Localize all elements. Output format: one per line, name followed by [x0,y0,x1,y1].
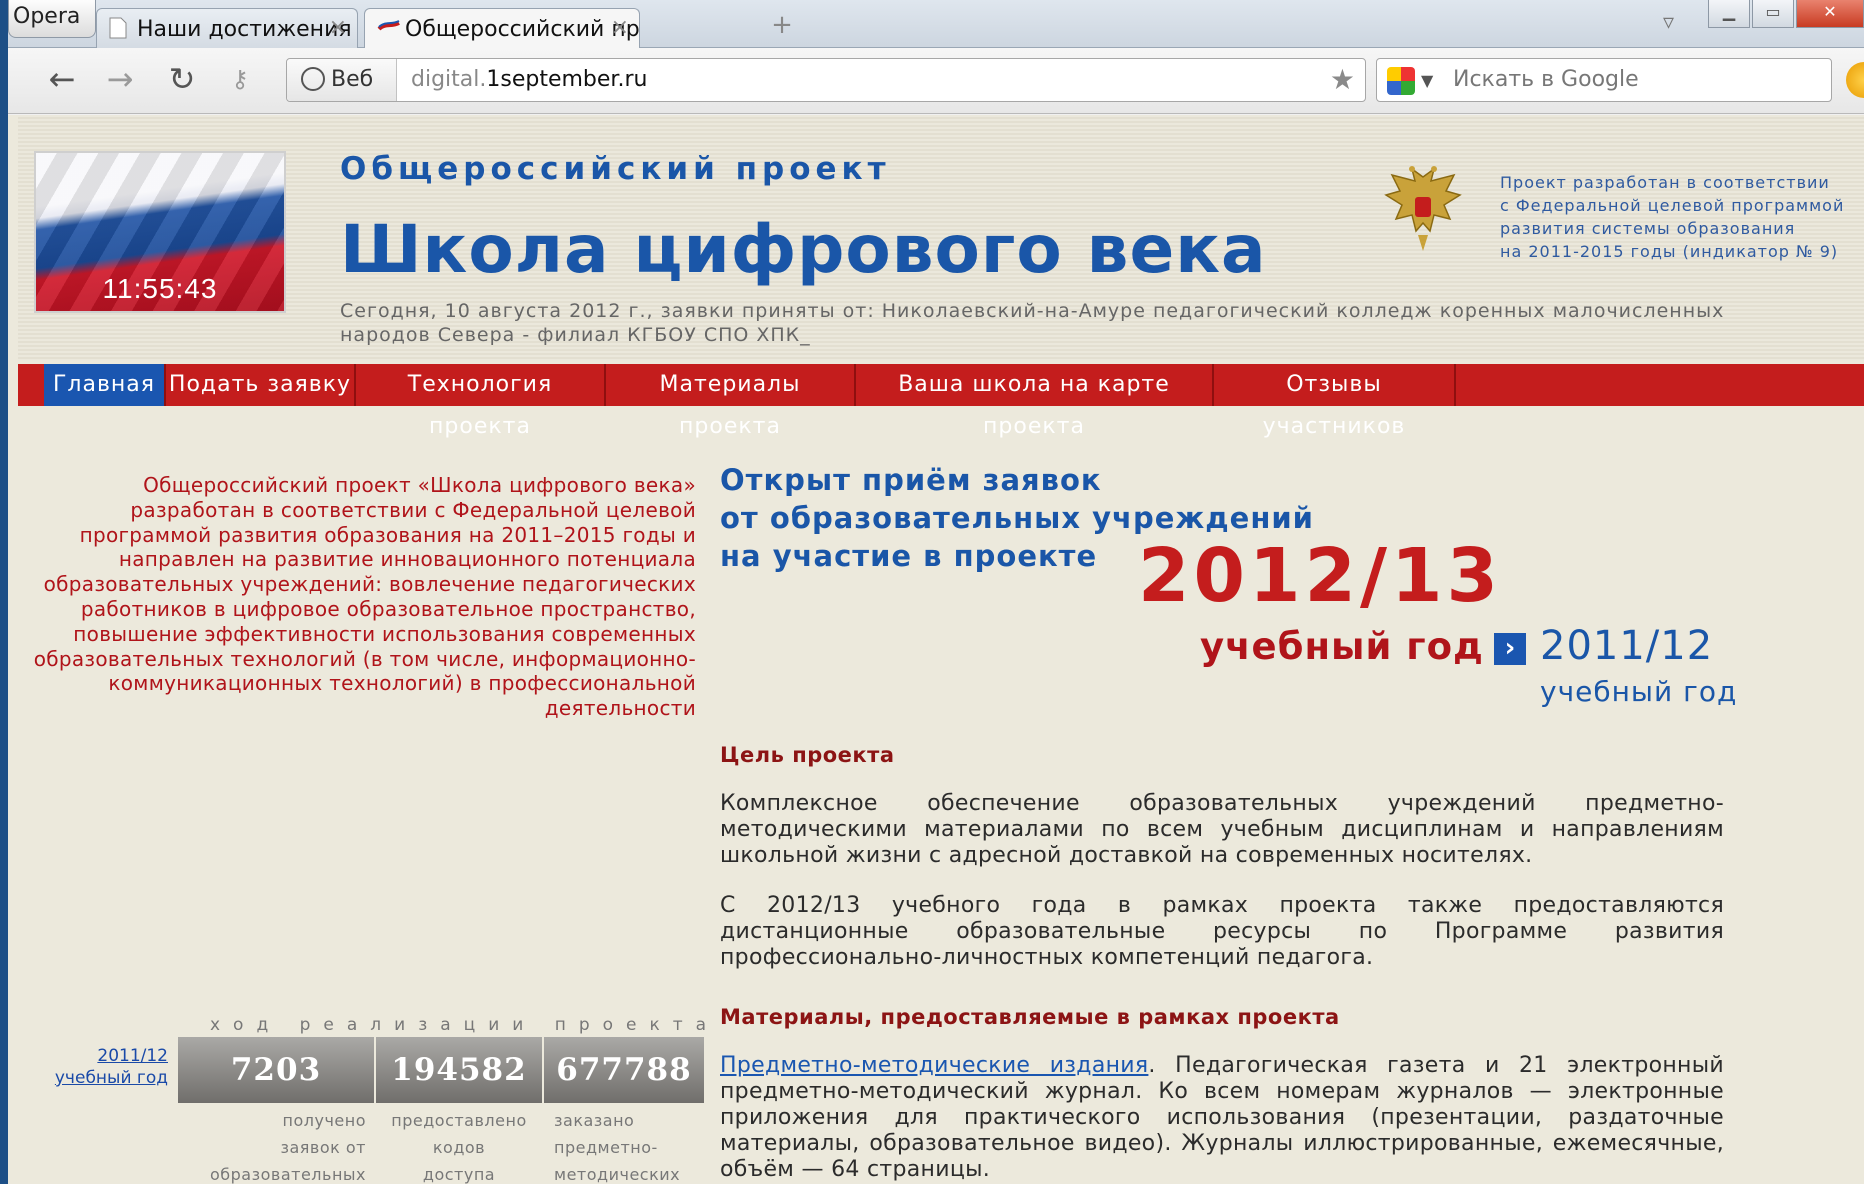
back-icon[interactable]: ← [42,60,82,100]
minimize-button[interactable]: ▁ [1708,0,1750,28]
today-status: Сегодня, 10 августа 2012 г., заявки прин… [340,300,1725,346]
nav-reviews[interactable]: Отзывы участников [1214,364,1456,439]
prev-year-link[interactable]: 2011/12 [1540,623,1713,669]
chevron-down-icon[interactable]: ▼ [1421,71,1433,90]
search-input[interactable]: ▼ Искать в Google [1376,58,1832,102]
close-tab-icon[interactable]: × [611,15,629,40]
goal-paragraph-1: Комплексное обеспечение образовательных … [720,791,1724,868]
opera-orb-icon[interactable] [1846,62,1864,98]
year-link-line: 2011/12 [97,1046,168,1066]
stat-applications-label: получено заявок от образовательных [178,1107,366,1184]
russian-flag-image: 11:55:43 [34,151,286,313]
project-subtitle: Общероссийский проект [340,151,891,187]
stat-label-line: предоставлено [391,1111,527,1130]
stat-access-codes-label: предоставлено кодов доступа [378,1107,540,1184]
stat-label-line: заказано [554,1111,635,1130]
stat-ordered-label: заказано предметно- методических [554,1107,704,1184]
url-domain: 1september.ru [486,67,648,92]
stat-label-line: кодов [432,1138,486,1157]
globe-icon [301,67,325,91]
stat-access-codes: 194582 [376,1037,542,1103]
fed-note-line: с Федеральной целевой программой [1500,196,1845,215]
opera-menu-button[interactable]: Opera [8,0,96,38]
stat-label-line: предметно- [554,1138,658,1157]
nav-project-technology[interactable]: Технология проекта [356,364,606,439]
google-icon[interactable] [1387,67,1415,95]
tab-achievements[interactable]: Наши достижения - ...... × [96,8,358,48]
fed-note-line: развития системы образования [1500,219,1796,238]
eagle-emblem-icon [1382,165,1464,255]
stat-applications: 7203 [178,1037,374,1103]
federal-program-note: Проект разработан в соответствии с Федер… [1500,171,1844,263]
fed-note-line: на 2011-2015 годы (индикатор № 9) [1500,242,1839,261]
tab-list-chevron-icon[interactable]: ▿ [1663,10,1674,35]
key-icon[interactable]: ⚷ [220,60,260,100]
tab-title: Наши достижения - ...... [137,17,357,42]
goal-paragraph-2: С 2012/13 учебного года в рамках проекта… [720,893,1724,970]
web-label: Веб [331,67,374,92]
tab-active-project[interactable]: Общероссийский про... × [364,8,640,48]
page-icon [109,17,129,39]
close-tab-icon[interactable]: × [329,15,347,40]
materials-paragraph: Предметно-методические издания. Педагоги… [720,1053,1724,1183]
tab-title: Общероссийский про... [405,17,640,42]
stat-label-line: методических [554,1165,681,1184]
page-content: 11:55:43 Общероссийский проект Школа циф… [8,115,1864,1184]
address-bar[interactable]: Веб digital.1september.ru ★ [286,58,1366,102]
close-window-button[interactable]: ✕ [1796,0,1864,28]
nav-school-map[interactable]: Ваша школа на карте проекта [856,364,1214,439]
search-placeholder: Искать в Google [1453,67,1639,92]
maximize-button[interactable]: ▭ [1752,0,1794,28]
current-year: 2012/13 [1138,533,1502,619]
url-host: digital. [411,67,487,92]
announce-line: Открыт приём заявок [720,463,1102,497]
main-nav: Главная Подать заявку Технология проекта… [18,364,1864,439]
nav-project-materials[interactable]: Материалы проекта [606,364,856,439]
arrow-right-icon[interactable]: › [1494,633,1526,665]
new-tab-icon[interactable]: + [768,12,796,40]
reload-icon[interactable]: ↻ [162,60,202,100]
current-year-label: учебный год [1200,625,1484,668]
goal-heading: Цель проекта [720,743,895,767]
prev-year-label[interactable]: учебный год [1540,675,1737,708]
materials-heading: Материалы, предоставляемые в рамках прое… [720,1005,1340,1029]
progress-title: ход реализации проекта [210,1015,720,1035]
fed-note-line: Проект разработан в соответствии [1500,173,1830,192]
star-icon[interactable]: ★ [1330,63,1355,96]
stat-label-line: получено [282,1111,366,1130]
forward-icon[interactable]: → [100,60,140,100]
flag-favicon-icon [377,17,400,39]
stat-label-line: образовательных [209,1165,366,1184]
year-link-line: учебный год [54,1068,168,1088]
tab-bar: Opera Наши достижения - ...... × Общерос… [8,0,1864,48]
stat-label-line: заявок от [280,1138,366,1157]
clock: 11:55:43 [102,273,218,304]
nav-submit-application[interactable]: Подать заявку [166,364,356,406]
announce-line: от образовательных учреждений [720,501,1315,535]
web-segment[interactable]: Веб [287,59,397,101]
browser-window: Opera Наши достижения - ...... × Общерос… [8,0,1864,1184]
stat-label-line: доступа [422,1165,496,1184]
publications-link[interactable]: Предметно-методические издания [720,1053,1148,1078]
page-title[interactable]: Школа цифрового века [340,211,1267,288]
year-2011-link[interactable]: 2011/12 учебный год [44,1045,168,1089]
nav-home[interactable]: Главная [44,364,166,406]
navigation-toolbar: ← → ↻ ⚷ Веб digital.1september.ru ★ ▼ Ис… [8,48,1864,114]
url-text[interactable]: digital.1september.ru [411,67,647,92]
stat-ordered: 677788 [544,1037,704,1103]
project-intro: Общероссийский проект «Школа цифрового в… [33,473,696,721]
